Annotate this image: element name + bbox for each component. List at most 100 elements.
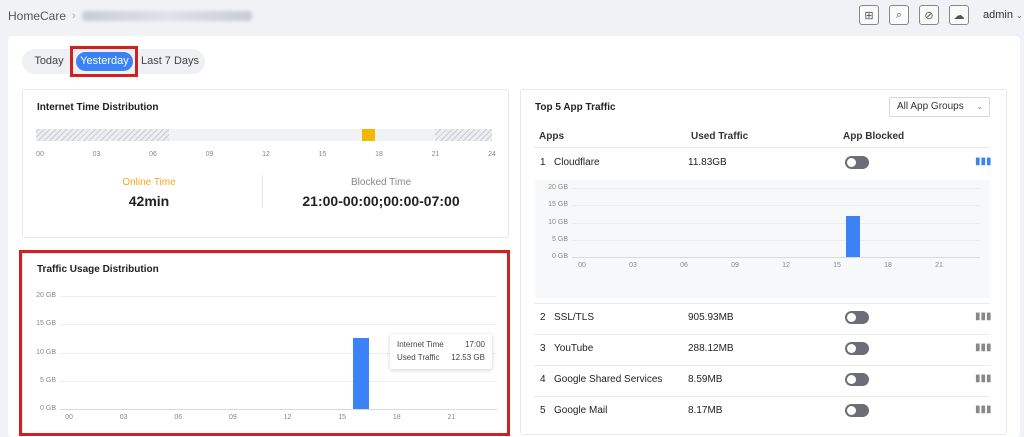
toggle-knob: [847, 158, 856, 167]
x-tick-label: 00: [578, 262, 586, 269]
chevron-down-icon: ⌄: [1015, 11, 1023, 20]
y-tick-label: 5 GB: [552, 235, 568, 243]
app-traffic: 8.17MB: [688, 405, 723, 416]
chevron-down-icon: ⌄: [976, 102, 983, 111]
user-menu[interactable]: admin ⌄: [983, 9, 1023, 21]
x-tick-label: 18: [884, 262, 892, 269]
blocked-time-value: 21:00-00:00;00:00-07:00: [302, 193, 460, 209]
divider: [534, 334, 990, 335]
panel-title: Top 5 App Traffic: [535, 102, 616, 113]
table-row: 1 Cloudflare 11.83GB ▮▮▮: [534, 153, 992, 173]
tick-label: 24: [488, 151, 496, 158]
app-blocked-toggle[interactable]: [845, 311, 869, 324]
bar-chart-icon[interactable]: ▮▮▮: [975, 311, 992, 322]
tick-label: 03: [92, 151, 101, 158]
toggle-knob: [847, 375, 856, 384]
x-tick-label: 21: [935, 262, 943, 269]
table-row: 5 Google Mail 8.17MB ▮▮▮: [534, 401, 992, 421]
x-tick-label: 06: [680, 262, 688, 269]
app-name: Google Shared Services: [554, 374, 663, 385]
highlight-box: [70, 46, 138, 77]
app-traffic: 905.93MB: [688, 312, 734, 323]
toggle-knob: [847, 406, 856, 415]
tick-label: 15: [318, 151, 327, 158]
x-tick-label: 12: [782, 262, 790, 269]
app-blocked-toggle[interactable]: [845, 404, 869, 417]
app-traffic: 8.59MB: [688, 374, 723, 385]
breadcrumb-device-blurred: [81, 11, 252, 21]
tick-label: 06: [149, 151, 157, 158]
blocked-time-label: Blocked Time: [350, 177, 412, 188]
breadcrumb-separator: ›: [72, 10, 76, 22]
app-rank: 2: [540, 312, 546, 323]
tick-label: 09: [205, 151, 214, 158]
tick-label: 18: [375, 151, 383, 158]
bar-chart-icon[interactable]: ▮▮▮: [975, 156, 992, 167]
bar-chart-icon[interactable]: ▮▮▮: [975, 373, 992, 384]
gridline: [572, 188, 980, 189]
tab-last-7-days[interactable]: Last 7 Days: [139, 49, 201, 74]
x-tick-label: 03: [629, 262, 637, 269]
y-tick-label: 15 GB: [548, 201, 568, 209]
app-blocked-toggle[interactable]: [845, 342, 869, 355]
app-group-select[interactable]: All App Groups ⌄: [889, 97, 990, 117]
app-blocked-toggle[interactable]: [845, 156, 869, 169]
chart-bar[interactable]: [846, 216, 860, 257]
online-time-segment: [362, 129, 375, 141]
table-row: 3 YouTube 288.12MB ▮▮▮: [534, 339, 992, 359]
app-name: SSL/TLS: [554, 312, 595, 323]
cloud-settings-icon[interactable]: ☁: [949, 5, 969, 25]
divider: [534, 147, 990, 148]
breadcrumb: HomeCare ›: [8, 9, 252, 23]
x-tick-label: 15: [833, 262, 841, 269]
table-row: 4 Google Shared Services 8.59MB ▮▮▮: [534, 370, 992, 390]
y-tick-label: 10 GB: [548, 218, 568, 226]
panel-title: Internet Time Distribution: [37, 102, 159, 113]
tab-today[interactable]: Today: [26, 49, 72, 74]
divider: [262, 175, 263, 208]
bar-chart-icon[interactable]: ▮▮▮: [975, 342, 992, 353]
highlight-box: [19, 250, 510, 436]
online-time-value: 42min: [128, 193, 170, 209]
bar-chart-icon[interactable]: ▮▮▮: [975, 404, 992, 415]
app-group-select-value: All App Groups: [897, 101, 964, 112]
compass-icon[interactable]: ⊘: [919, 5, 939, 25]
app-rank: 1: [540, 157, 546, 168]
app-traffic: 11.83GB: [688, 157, 727, 168]
column-header-used-traffic: Used Traffic: [691, 131, 749, 142]
app-traffic: 288.12MB: [688, 343, 734, 354]
blocked-time-segment: [36, 129, 169, 141]
table-row: 2 SSL/TLS 905.93MB ▮▮▮: [534, 308, 992, 328]
column-header-apps: Apps: [539, 131, 564, 142]
gridline: [572, 205, 980, 207]
network-add-icon[interactable]: ⊞: [859, 5, 879, 25]
divider: [534, 365, 990, 366]
column-header-app-blocked: App Blocked: [843, 131, 905, 142]
breadcrumb-root[interactable]: HomeCare: [8, 9, 66, 23]
app-rank: 3: [540, 343, 546, 354]
online-time-label: Online Time: [122, 177, 176, 188]
y-tick-label: 0 GB: [552, 253, 568, 260]
internet-time-timeline: [36, 129, 492, 141]
gridline: [572, 239, 980, 241]
gridline: [572, 257, 980, 258]
x-tick-label: 09: [731, 262, 739, 269]
tick-label: 12: [262, 151, 270, 158]
divider: [534, 396, 990, 397]
app-rank: 5: [540, 405, 546, 416]
user-name: admin: [983, 9, 1013, 21]
tick-label: 00: [36, 151, 44, 158]
top-bar: HomeCare › ⊞ ⌕ ⊘ ☁ admin ⌄: [0, 0, 1024, 32]
toggle-knob: [847, 313, 856, 322]
divider: [534, 303, 990, 304]
gridline: [572, 222, 980, 224]
app-name: Google Mail: [554, 405, 608, 416]
app-blocked-toggle[interactable]: [845, 373, 869, 386]
tick-label: 21: [431, 151, 440, 158]
app-name: Cloudflare: [554, 157, 600, 168]
blocked-time-segment: [435, 129, 492, 141]
app-rank: 4: [540, 374, 546, 385]
toggle-knob: [847, 344, 856, 353]
app-name: YouTube: [554, 343, 594, 354]
search-refresh-icon[interactable]: ⌕: [889, 5, 909, 25]
